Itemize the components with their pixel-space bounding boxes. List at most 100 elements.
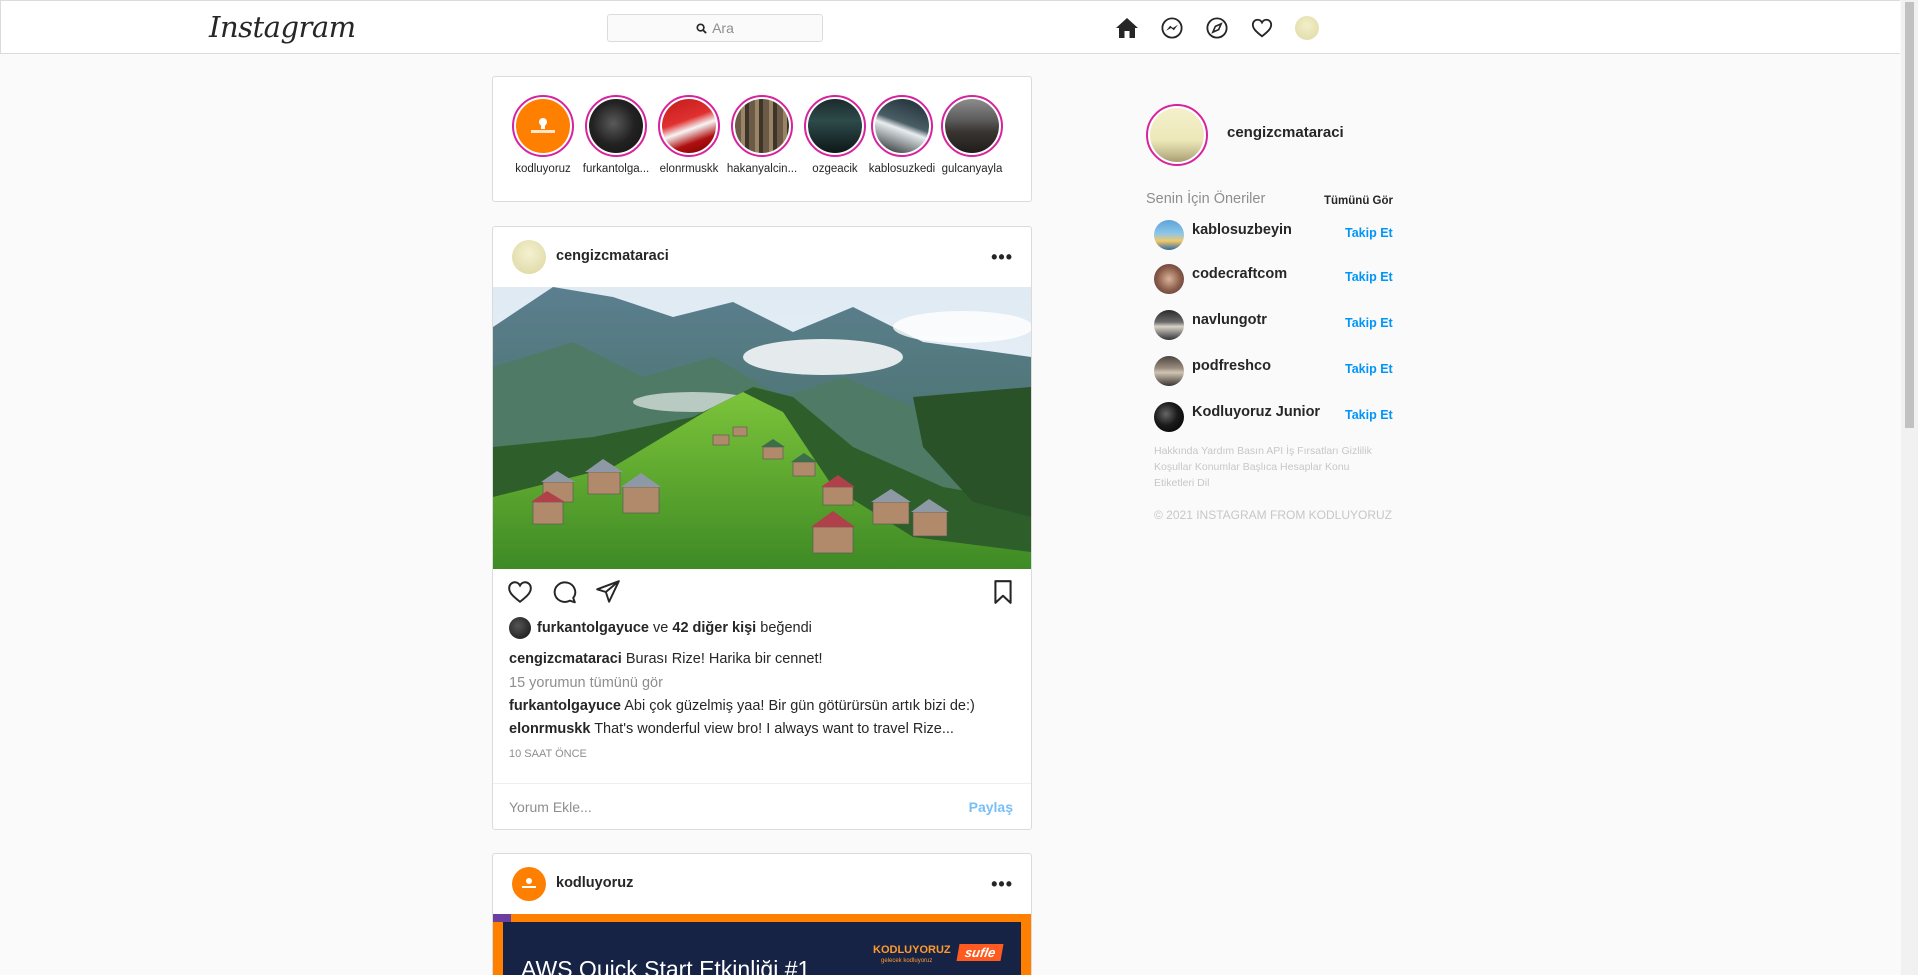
search-icon [696,22,707,34]
suggestion-avatar[interactable] [1154,402,1184,432]
current-user-username[interactable]: cengizcmataraci [1227,124,1344,141]
story-ring [585,95,647,157]
stories-bar: kodluyoruz furkantolga... elonrmuskk hak… [492,76,1032,202]
suggestion-avatar[interactable] [1154,220,1184,250]
copyright-text: © 2021 INSTAGRAM FROM KODLUYORUZ [1154,508,1392,522]
suggestion-row: podfreshco Takip Et [1154,354,1394,386]
post-card: kodluyoruz ••• AWS Quick Start Etkinliği… [492,853,1032,975]
story-item[interactable]: furkantolga... [580,95,652,175]
post-photo[interactable] [493,287,1031,569]
story-avatar [735,99,789,153]
profile-avatar-button[interactable] [1295,16,1319,40]
story-item[interactable]: kodluyoruz [507,95,579,175]
search-input[interactable]: Ara [607,14,823,42]
story-avatar [875,99,929,153]
banner-partner: sufle [956,944,1004,961]
story-ring [658,95,720,157]
likes-suffix: beğendi [760,620,812,636]
story-avatar [662,99,716,153]
caption-text: Burası Rize! Harika bir cennet! [625,651,823,667]
heart-icon[interactable] [1250,16,1274,40]
story-item[interactable]: ozgeacik [799,95,871,175]
view-all-comments-link[interactable]: 15 yorumun tümünü gör [509,675,663,691]
story-item[interactable]: hakanyalcin... [726,95,798,175]
suggestion-username[interactable]: Kodluyoruz Junior [1192,404,1320,420]
liker-avatar[interactable] [509,617,531,639]
follow-button[interactable]: Takip Et [1345,408,1393,422]
post-banner-image[interactable]: AWS Quick Start Etkinliği #1 KODLUYORUZ … [493,914,1031,975]
suggestion-row: Kodluyoruz Junior Takip Et [1154,400,1394,432]
follow-button[interactable]: Takip Et [1345,362,1393,376]
caption-username[interactable]: cengizcmataraci [509,651,622,667]
post-card: cengizcmataraci ••• furkantolgayuce ve 4… [492,226,1032,830]
explore-icon[interactable] [1205,16,1229,40]
comment-username[interactable]: furkantolgayuce [509,698,621,714]
suggestion-username[interactable]: navlungotr [1192,312,1267,328]
post-author-avatar[interactable] [512,240,546,274]
suggestion-avatar[interactable] [1154,356,1184,386]
comment-icon[interactable] [551,579,577,605]
banner-brand: KODLUYORUZ [873,944,951,956]
suggestions-heading: Senin İçin Öneriler [1146,191,1266,207]
follow-button[interactable]: Takip Et [1345,270,1393,284]
post-author-avatar[interactable] [512,867,546,901]
likes-connector: ve [653,620,669,636]
story-item[interactable]: elonrmuskk [653,95,725,175]
home-icon[interactable] [1115,16,1139,40]
bookmark-icon[interactable] [991,579,1015,605]
instagram-logo[interactable]: Instagram [209,10,356,44]
banner-panel: AWS Quick Start Etkinliği #1 KODLUYORUZ … [503,922,1021,975]
story-avatar [945,99,999,153]
story-avatar [808,99,862,153]
story-username: elonrmuskk [659,163,719,175]
story-item[interactable]: gulcanyayla [936,95,1008,175]
avatar [1150,108,1204,162]
messenger-icon[interactable] [1160,16,1184,40]
story-ring [804,95,866,157]
story-ring [871,95,933,157]
post-caption: cengizcmataraci Burası Rize! Harika bir … [509,651,823,667]
current-user-avatar[interactable] [1146,104,1208,166]
story-username: kodluyoruz [515,163,571,175]
more-options-icon[interactable]: ••• [991,874,1013,895]
banner-corner [493,914,511,922]
post-author-username[interactable]: kodluyoruz [556,875,633,891]
likes-count[interactable]: 42 diğer kişi [672,620,756,636]
like-heart-icon[interactable] [507,579,533,605]
suggestion-row: kablosuzbeyin Takip Et [1154,218,1394,250]
follow-button[interactable]: Takip Et [1345,316,1393,330]
story-item[interactable]: kablosuzkedi [866,95,938,175]
suggestion-row: navlungotr Takip Et [1154,308,1394,340]
scrollbar-thumb[interactable] [1905,2,1914,428]
story-ring [941,95,1003,157]
suggestion-row: codecraftcom Takip Et [1154,262,1394,294]
follow-button[interactable]: Takip Et [1345,226,1393,240]
top-navbar: Instagram Ara [0,0,1900,54]
more-options-icon[interactable]: ••• [991,247,1013,268]
suggestion-username[interactable]: kablosuzbeyin [1192,222,1292,238]
avatar [1295,16,1319,40]
comment-input[interactable]: Yorum Ekle... [509,799,592,815]
banner-title: AWS Quick Start Etkinliği #1 [521,956,811,975]
post-timestamp: 10 SAAT ÖNCE [509,748,587,760]
search-placeholder: Ara [712,20,734,36]
comment-text: Abi çok güzelmiş yaa! Bir gün götürürsün… [624,698,975,714]
liker-username[interactable]: furkantolgayuce [537,620,649,636]
share-icon[interactable] [595,579,621,605]
likes-summary: furkantolgayuce ve 42 diğer kişi beğendi [509,617,812,639]
story-ring [731,95,793,157]
suggestion-avatar[interactable] [1154,264,1184,294]
story-avatar-kodluyoruz [516,99,570,153]
story-username: furkantolga... [582,163,650,175]
suggestion-username[interactable]: podfreshco [1192,358,1271,374]
post-comment-button[interactable]: Paylaş [969,799,1013,815]
post-author-username[interactable]: cengizcmataraci [556,248,669,264]
footer-links[interactable]: Hakkında Yardım Basın API İş Fırsatları … [1154,443,1384,491]
page-scrollbar[interactable] [1901,0,1918,975]
comment-username[interactable]: elonrmuskk [509,721,590,737]
suggestion-username[interactable]: codecraftcom [1192,266,1287,282]
comment-row: furkantolgayuce Abi çok güzelmiş yaa! Bi… [509,698,975,714]
see-all-link[interactable]: Tümünü Gör [1324,195,1393,207]
suggestion-avatar[interactable] [1154,310,1184,340]
post-actions [493,569,1031,617]
